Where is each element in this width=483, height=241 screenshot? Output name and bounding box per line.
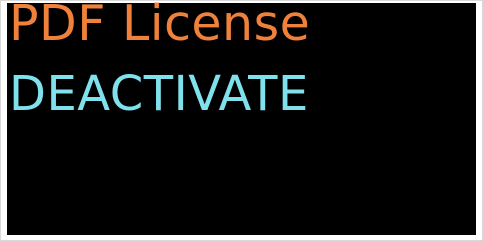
display-screen: PDF License DEACTIVATE xyxy=(7,0,476,235)
device-frame: PDF License DEACTIVATE xyxy=(0,0,483,241)
screen-title: PDF License xyxy=(9,0,311,52)
deactivate-option[interactable]: DEACTIVATE xyxy=(9,66,309,122)
